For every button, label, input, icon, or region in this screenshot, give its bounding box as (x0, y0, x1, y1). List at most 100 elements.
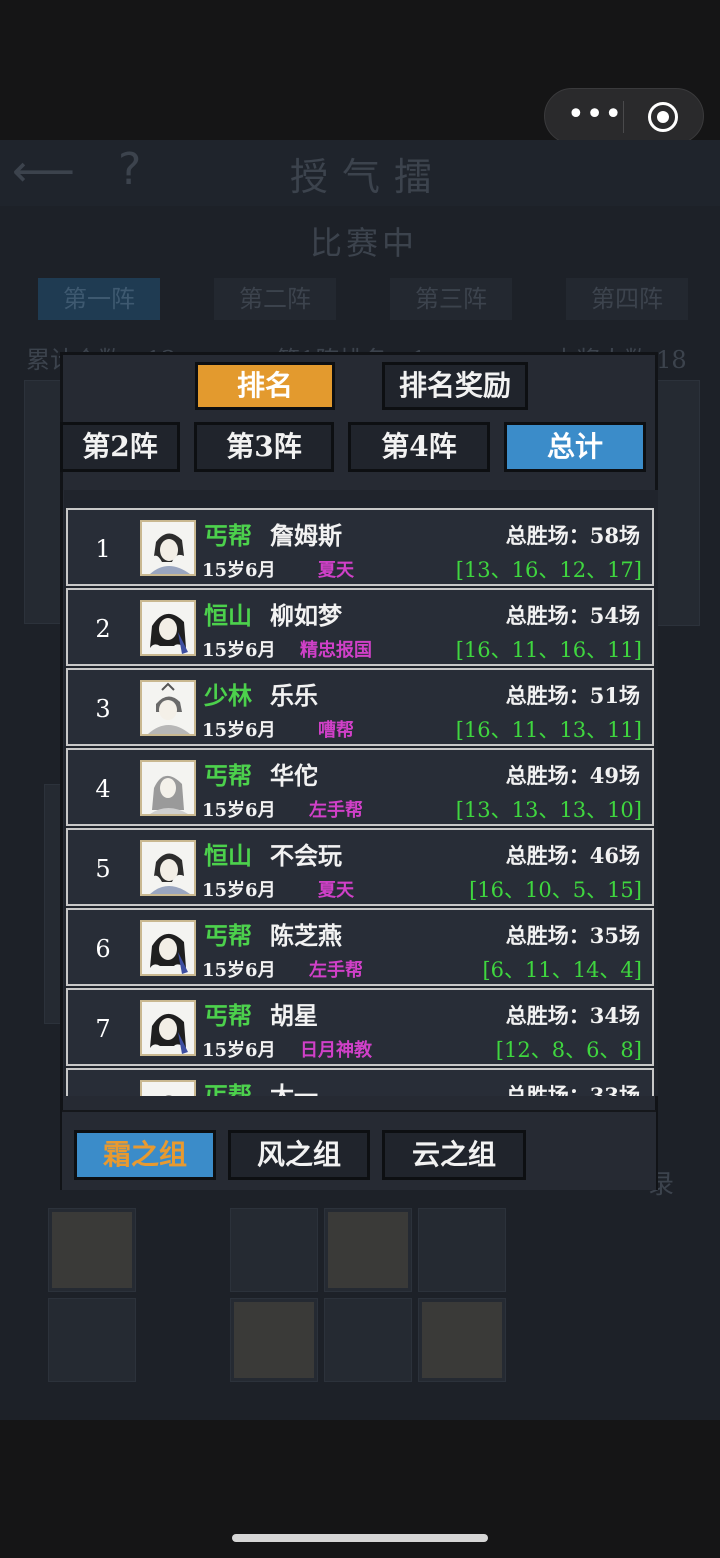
ranking-row[interactable]: 7 丐帮 胡星 15岁6月 日月神教 总胜场：34场 [12、8、6、8] (66, 988, 654, 1066)
player-avatar (140, 600, 196, 656)
round-wins: [16、10、5、15] (469, 878, 642, 902)
bg-left-panel (24, 380, 64, 624)
capsule-divider (623, 101, 624, 133)
tab-group-cloud[interactable]: 云之组 (382, 1130, 526, 1180)
player-name: 乐乐 (270, 681, 318, 710)
player-avatar (140, 1000, 196, 1056)
bg-tab-round-1: 第一阵 (38, 278, 160, 320)
total-wins: 总胜场：35场 (505, 923, 640, 948)
player-avatar (140, 520, 196, 576)
rank-number: 6 (95, 935, 111, 963)
player-guild: 左手帮 (309, 960, 363, 981)
player-avatar (140, 1080, 196, 1096)
rank-number: 7 (95, 1015, 111, 1043)
player-sect: 丐帮 (204, 921, 252, 950)
tab-total[interactable]: 总计 (504, 422, 646, 472)
bg-hero-portrait (52, 1212, 132, 1288)
bg-grid-cell (324, 1298, 412, 1382)
background-title: 授气擂 (290, 155, 447, 199)
bg-grid-cell (48, 1298, 136, 1382)
rank-number: 2 (95, 615, 111, 643)
player-age: 15岁6月 (202, 960, 276, 981)
rank-number: 3 (95, 695, 111, 723)
help-icon: ? (118, 144, 142, 195)
player-name: 詹姆斯 (270, 521, 342, 550)
player-guild: 嘈帮 (318, 720, 354, 741)
player-guild: 夏天 (318, 560, 354, 581)
total-wins: 总胜场：49场 (505, 763, 640, 788)
bg-hero-portrait (328, 1212, 408, 1288)
round-wins: [16、11、16、11] (455, 638, 642, 662)
bg-hero-portrait (422, 1302, 502, 1378)
ranking-row[interactable]: 2 恒山 柳如梦 15岁6月 精忠报国 总胜场：54场 [16、11、16、11… (66, 588, 654, 666)
ranking-row[interactable]: 1 丐帮 詹姆斯 15岁6月 夏天 总胜场：58场 [13、16、12、17] (66, 508, 654, 586)
round-wins: [12、8、6、8] (495, 1038, 642, 1062)
player-age: 15岁6月 (202, 1040, 276, 1061)
total-wins: 总胜场：58场 (505, 523, 640, 548)
total-wins: 总胜场：54场 (505, 603, 640, 628)
round-wins: [16、11、13、11] (455, 718, 642, 742)
player-age: 15岁6月 (202, 560, 276, 581)
bg-tab-round-3: 第三阵 (390, 278, 512, 320)
player-sect: 恒山 (204, 841, 252, 870)
tab-group-wind[interactable]: 风之组 (228, 1130, 370, 1180)
player-avatar (140, 920, 196, 976)
rank-number: 5 (95, 855, 111, 883)
total-wins: 总胜场：46场 (505, 843, 640, 868)
tab-round-4[interactable]: 第4阵 (348, 422, 490, 472)
player-name: 不会玩 (270, 841, 342, 870)
bg-grid-cell (230, 1298, 318, 1382)
ranking-row[interactable]: 3 少林 乐乐 15岁6月 嘈帮 总胜场：51场 [16、11、13、11] (66, 668, 654, 746)
rank-number: 8 (68, 1070, 138, 1096)
player-sect: 恒山 (204, 601, 252, 630)
tab-ranking[interactable]: 排名 (195, 362, 335, 410)
total-wins: 总胜场：34场 (505, 1003, 640, 1028)
player-age: 15岁6月 (202, 640, 276, 661)
player-sect: 少林 (204, 681, 252, 710)
round-wins: [6、11、14、4] (482, 958, 642, 982)
total-wins: 总胜场：33场 (505, 1083, 640, 1096)
player-sect: 丐帮 (204, 1081, 252, 1096)
bg-tab-round-4: 第四阵 (566, 278, 688, 320)
bg-grid-cell (418, 1298, 506, 1382)
player-guild: 日月神教 (300, 1040, 372, 1061)
player-avatar (140, 760, 196, 816)
home-indicator[interactable] (232, 1534, 488, 1542)
player-avatar (140, 680, 196, 736)
mini-program-capsule: ••• (544, 88, 704, 144)
total-wins: 总胜场：51场 (505, 683, 640, 708)
player-sect: 丐帮 (204, 761, 252, 790)
player-sect: 丐帮 (204, 521, 252, 550)
ranking-row[interactable]: 8 丐帮 太一 总胜场：33场 (66, 1068, 654, 1096)
bg-grid-cell (324, 1208, 412, 1292)
bg-hero-portrait (234, 1302, 314, 1378)
ranking-list[interactable]: 1 丐帮 詹姆斯 15岁6月 夏天 总胜场：58场 [13、16、12、17] … (64, 490, 658, 1096)
player-name: 华佗 (270, 761, 318, 790)
round-wins: [13、16、12、17] (455, 558, 642, 582)
rank-number: 1 (95, 535, 111, 563)
player-name: 胡星 (270, 1001, 318, 1030)
bg-grid-cell (48, 1208, 136, 1292)
close-target-icon[interactable] (648, 102, 678, 132)
ranking-row[interactable]: 5 恒山 不会玩 15岁6月 夏天 总胜场：46场 [16、10、5、15] (66, 828, 654, 906)
player-name: 柳如梦 (270, 601, 342, 630)
bg-grid-cell (230, 1208, 318, 1292)
player-avatar (140, 840, 196, 896)
background-status: 比赛中 (310, 224, 419, 262)
player-guild: 左手帮 (309, 800, 363, 821)
bg-right-panel (656, 380, 700, 626)
bg-grid-cell (418, 1208, 506, 1292)
round-wins: [13、13、13、10] (455, 798, 642, 822)
more-dots-icon[interactable]: ••• (567, 100, 623, 130)
ranking-row[interactable]: 6 丐帮 陈芝燕 15岁6月 左手帮 总胜场：35场 [6、11、14、4] (66, 908, 654, 986)
tab-round-3[interactable]: 第3阵 (194, 422, 334, 472)
ranking-row[interactable]: 4 丐帮 华佗 15岁6月 左手帮 总胜场：49场 [13、13、13、10] (66, 748, 654, 826)
player-age: 15岁6月 (202, 800, 276, 821)
player-name: 太一 (270, 1081, 318, 1096)
tab-group-frost[interactable]: 霜之组 (74, 1130, 216, 1180)
tab-round-2[interactable]: 第2阵 (60, 422, 180, 472)
player-name: 陈芝燕 (270, 921, 342, 950)
player-guild: 精忠报国 (300, 640, 372, 661)
rank-number: 4 (95, 775, 111, 803)
tab-ranking-rewards[interactable]: 排名奖励 (382, 362, 528, 410)
